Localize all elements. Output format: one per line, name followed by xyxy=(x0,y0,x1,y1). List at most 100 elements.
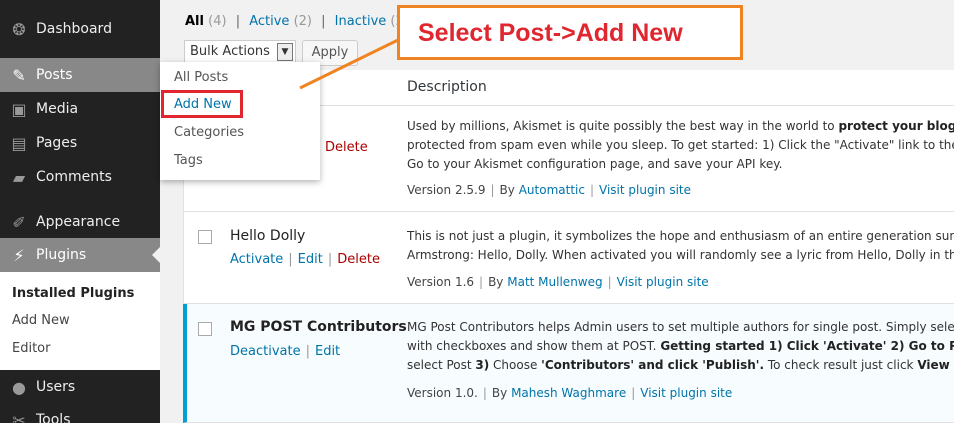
sidebar-item-label: Tools xyxy=(36,412,71,423)
status-filters: All (4) | Active (2) | Inactive (2) xyxy=(185,14,409,29)
separator: | xyxy=(589,183,594,197)
sidebar-item-appearance[interactable]: ✐ Appearance xyxy=(0,205,160,239)
filter-all[interactable]: All xyxy=(185,14,204,29)
plugin-meta: Version 1.6 | By Matt Mullenweg | Visit plug… xyxy=(407,275,709,289)
sidebar-item-tools[interactable]: ✂ Tools xyxy=(0,403,160,423)
description-header: Description xyxy=(407,79,487,95)
plugin-site-link[interactable]: Visit plugin site xyxy=(617,275,709,289)
desc-bold: Getting started 1) Click 'Activate' 2) G… xyxy=(660,339,954,353)
submenu-editor[interactable]: Editor xyxy=(12,341,50,356)
activate-link[interactable]: Activate xyxy=(230,252,283,267)
author-link[interactable]: Matt Mullenweg xyxy=(507,275,602,289)
flyout-all-posts[interactable]: All Posts xyxy=(174,70,228,85)
delete-link[interactable]: Delete xyxy=(337,252,380,267)
admin-sidebar: ❂ Dashboard ✎ Posts ▣ Media ▤ Pages ▰ Co… xyxy=(0,0,160,423)
desc-text: Choose xyxy=(489,358,542,372)
table-row: MG POST Contributors Deactivate | Edit MG … xyxy=(183,304,954,423)
plugin-description: This is not just a plugin, it symbolizes… xyxy=(407,227,954,265)
plugin-description: MG Post Contributors helps Admin users t… xyxy=(407,318,954,375)
submenu-add-new[interactable]: Add New xyxy=(12,313,70,328)
desc-text: Go to your Akismet configuration page, a… xyxy=(407,157,783,171)
flyout-tags[interactable]: Tags xyxy=(174,153,203,168)
separator: | xyxy=(235,14,241,29)
plugin-meta: Version 1.0. | By Mahesh Waghmare | Visit pl… xyxy=(407,386,732,400)
bulk-actions-label: Bulk Actions xyxy=(190,44,270,59)
desc-text: This is not just a plugin, it symbolizes… xyxy=(407,229,954,243)
desc-text: protected from spam even while you sleep… xyxy=(407,138,954,152)
plugin-site-link[interactable]: Visit plugin site xyxy=(640,386,732,400)
current-notch xyxy=(152,247,160,263)
row-actions: Delete xyxy=(325,140,368,155)
desc-bold: View Post xyxy=(917,358,954,372)
sidebar-item-dashboard[interactable]: ❂ Dashboard xyxy=(0,12,160,46)
by-text: By xyxy=(488,275,504,289)
separator: | xyxy=(607,275,612,289)
author-link[interactable]: Mahesh Waghmare xyxy=(511,386,626,400)
filter-inactive[interactable]: Inactive xyxy=(335,14,387,29)
plugins-submenu: Installed Plugins Add New Editor xyxy=(0,272,160,370)
desc-text: To check result just click xyxy=(764,358,918,372)
desc-bold: 3) xyxy=(475,358,490,372)
separator: | xyxy=(327,252,333,267)
wrench-icon: ✂ xyxy=(12,410,26,423)
separator: | xyxy=(288,252,293,267)
by-text: By xyxy=(491,386,508,400)
sidebar-item-pages[interactable]: ▤ Pages xyxy=(0,126,160,160)
pin-icon: ✎ xyxy=(12,65,26,85)
filter-all-count: (4) xyxy=(208,14,227,29)
sidebar-item-label: Comments xyxy=(36,169,112,185)
sidebar-item-comments[interactable]: ▰ Comments xyxy=(0,160,160,194)
sidebar-item-label: Posts xyxy=(36,67,73,83)
filter-active[interactable]: Active xyxy=(249,14,289,29)
table-row: Hello Dolly Activate | Edit | Delete This is… xyxy=(184,212,954,304)
brush-icon: ✐ xyxy=(12,212,26,232)
row-actions: Activate | Edit | Delete xyxy=(230,252,380,267)
plugin-name: Hello Dolly xyxy=(230,228,306,244)
desc-text: Armstrong: Hello, Dolly. When activated … xyxy=(407,248,954,262)
plugin-description: Used by millions, Akismet is quite possi… xyxy=(407,117,954,174)
edit-link[interactable]: Edit xyxy=(298,252,323,267)
version-text: Version 2.5.9 xyxy=(407,183,486,197)
sidebar-item-label: Pages xyxy=(36,135,78,151)
row-actions: Deactivate | Edit xyxy=(230,344,340,359)
sidebar-item-label: Media xyxy=(36,101,79,117)
desc-bold: protect your blog fro xyxy=(838,119,954,133)
sidebar-item-users[interactable]: ● Users xyxy=(0,370,160,404)
separator: | xyxy=(305,344,310,359)
add-new-highlight xyxy=(161,90,243,118)
desc-text: with checkboxes and show them at POST. xyxy=(407,339,661,353)
desc-text: select Post xyxy=(407,358,476,372)
row-checkbox[interactable] xyxy=(198,322,212,336)
separator: | xyxy=(482,386,487,400)
bulk-actions-select[interactable]: Bulk Actions ▼ xyxy=(184,40,296,64)
filter-active-count: (2) xyxy=(293,14,312,29)
media-icon: ▣ xyxy=(11,99,27,119)
by-text: By xyxy=(499,183,515,197)
plugin-name: MG POST Contributors xyxy=(230,319,407,335)
version-text: Version 1.6 xyxy=(407,275,475,289)
sidebar-item-posts[interactable]: ✎ Posts xyxy=(0,58,160,92)
separator: | xyxy=(631,386,636,400)
sidebar-item-media[interactable]: ▣ Media xyxy=(0,92,160,126)
instruction-callout: Select Post->Add New xyxy=(397,5,743,60)
deactivate-link[interactable]: Deactivate xyxy=(230,344,301,359)
edit-link[interactable]: Edit xyxy=(315,344,340,359)
desc-bold: 'Contributors' and click 'Publish'. xyxy=(541,358,764,372)
plugin-site-link[interactable]: Visit plugin site xyxy=(599,183,691,197)
row-checkbox[interactable] xyxy=(198,230,212,244)
pages-icon: ▤ xyxy=(11,133,27,153)
plugin-meta: Version 2.5.9 | By Automattic | Visit plugin… xyxy=(407,183,691,197)
chevron-down-icon: ▼ xyxy=(277,43,293,61)
sidebar-item-label: Users xyxy=(36,379,76,395)
separator: | xyxy=(479,275,484,289)
author-link[interactable]: Automattic xyxy=(519,183,585,197)
flyout-categories[interactable]: Categories xyxy=(174,125,244,140)
sidebar-item-plugins[interactable]: ⚡ Plugins xyxy=(0,238,160,272)
version-text: Version 1.0. xyxy=(407,386,478,400)
user-icon: ● xyxy=(12,377,26,397)
desc-text: Used by millions, Akismet is quite possi… xyxy=(407,119,839,133)
sidebar-item-label: Appearance xyxy=(36,214,121,230)
separator: | xyxy=(490,183,495,197)
submenu-installed-plugins[interactable]: Installed Plugins xyxy=(12,286,134,301)
delete-link[interactable]: Delete xyxy=(325,140,368,155)
